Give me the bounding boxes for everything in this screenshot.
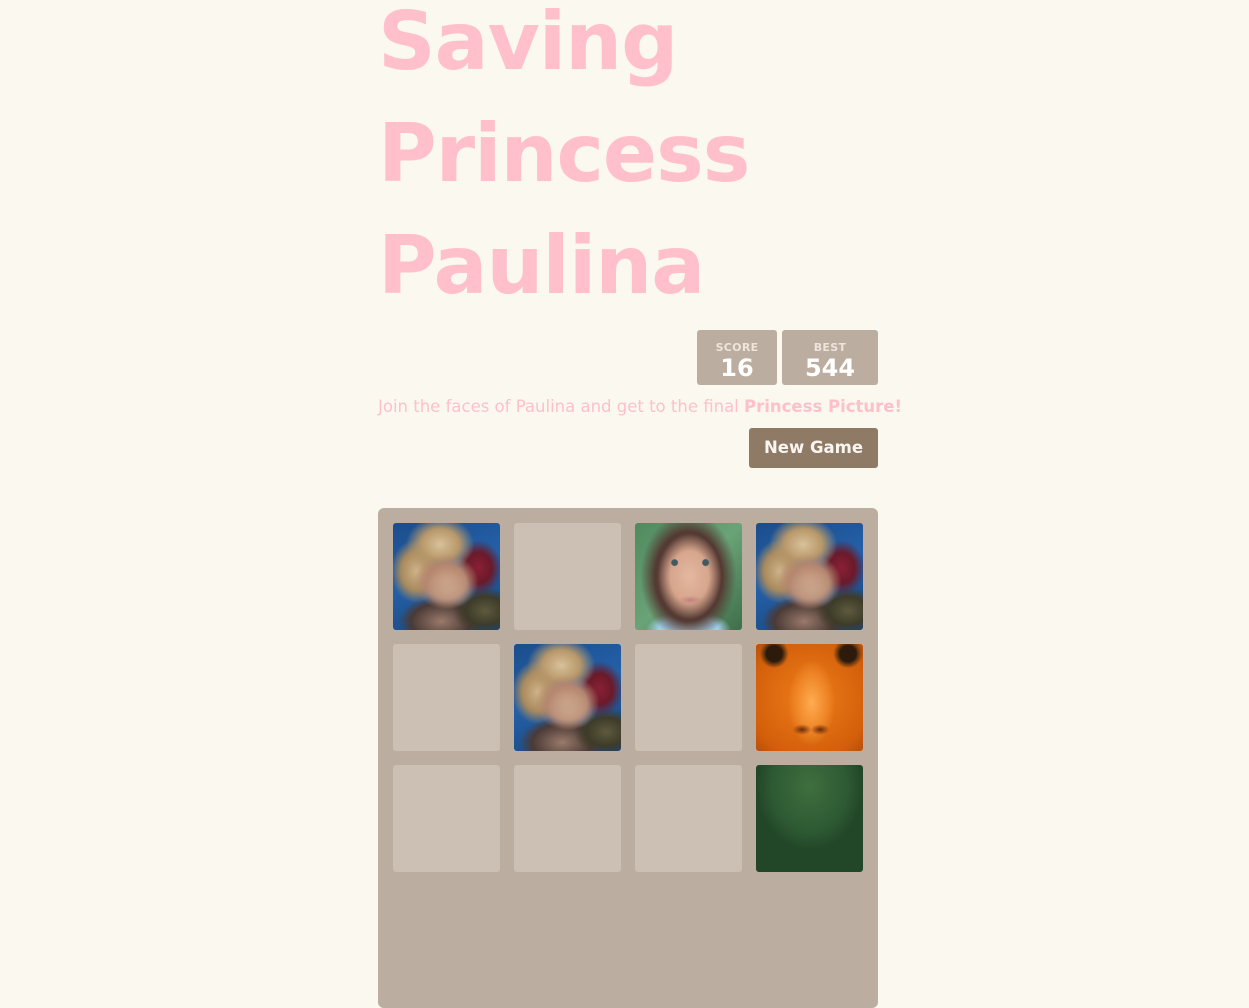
title-line-1: Saving: [378, 0, 678, 88]
grid-cell-empty: [393, 644, 500, 751]
title-line-2: Princess: [378, 107, 750, 200]
photo-tile-face-b: [635, 523, 742, 630]
best-value: 544: [804, 354, 856, 382]
best-score-box: BEST 544: [782, 330, 878, 385]
intro-highlight: Princess Picture!: [744, 397, 903, 416]
game-title: Saving Princess Paulina: [378, 0, 750, 322]
grid-cell-empty: [635, 765, 742, 872]
best-label: BEST: [813, 341, 847, 354]
photo-tile-face-d: [756, 765, 863, 872]
score-box: SCORE 16: [697, 330, 777, 385]
photo-tile-face-a: [393, 523, 500, 630]
grid-cell-empty: [514, 523, 621, 630]
photo-tile-face-a: [756, 523, 863, 630]
score-label: SCORE: [715, 341, 759, 354]
grid-cell-empty: [393, 765, 500, 872]
grid-cell-empty: [635, 644, 742, 751]
new-game-button[interactable]: New Game: [749, 428, 878, 468]
photo-tile-face-c: [756, 644, 863, 751]
score-value: 16: [720, 354, 754, 382]
title-line-3: Paulina: [378, 219, 705, 312]
grid-cell-empty: [514, 765, 621, 872]
intro-text: Join the faces of Paulina and get to the…: [378, 397, 745, 416]
photo-tile-face-a: [514, 644, 621, 751]
game-board: [378, 508, 878, 1008]
game-intro: Join the faces of Paulina and get to the…: [378, 396, 902, 418]
